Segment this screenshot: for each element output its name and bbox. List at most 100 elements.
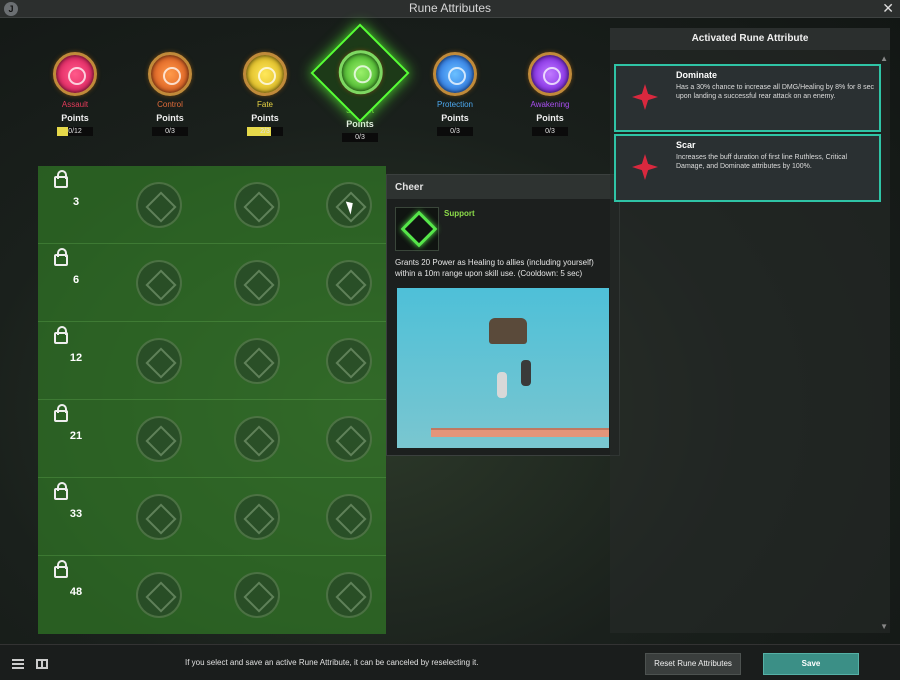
skill-preview-image (397, 288, 609, 448)
dominate-icon (626, 78, 666, 118)
rune-node[interactable] (234, 338, 280, 384)
points-bar: 0/12 (57, 127, 93, 136)
level-requirement: 48 (69, 586, 83, 598)
rune-tooltip: Cheer Support Grants 20 Power as Healing… (386, 174, 620, 456)
points-value: 0/3 (355, 134, 365, 141)
level-requirement: 3 (72, 196, 80, 208)
rune-node[interactable] (234, 494, 280, 540)
cheer-rune-icon (395, 207, 439, 251)
category-name: Protection (436, 100, 474, 109)
category-support[interactable]: Support Points 0/3 (310, 23, 410, 142)
points-bar: 0/3 (532, 127, 568, 136)
points-value: 0/3 (165, 128, 175, 135)
points-bar: 2/3 (247, 127, 283, 136)
level-requirement: 6 (72, 274, 80, 286)
window-title: Rune Attributes (408, 1, 492, 15)
points-bar: 0/3 (437, 127, 473, 136)
points-value: 0/3 (545, 128, 555, 135)
rune-row-level-3: 3 (38, 166, 386, 244)
attribute-name: Scar (676, 140, 696, 150)
rune-node[interactable] (326, 494, 372, 540)
attribute-description: Increases the buff duration of first lin… (676, 154, 848, 170)
close-button[interactable]: ✕ (882, 0, 894, 17)
scroll-up-icon[interactable]: ▲ (880, 54, 888, 63)
rune-node[interactable] (136, 416, 182, 462)
rune-node[interactable] (234, 572, 280, 618)
category-name: Assault (61, 100, 89, 109)
attribute-name: Dominate (676, 70, 718, 80)
list-view-icon[interactable] (12, 659, 24, 669)
rune-node[interactable] (136, 260, 182, 306)
rune-node[interactable] (234, 182, 280, 228)
lock-icon (54, 560, 68, 578)
rune-row-level-6: 6 (38, 244, 386, 322)
points-label: Points (251, 113, 279, 123)
scroll-down-icon[interactable]: ▼ (880, 622, 888, 631)
lock-icon (54, 248, 68, 266)
category-protection[interactable]: Protection Points 0/3 (410, 40, 500, 136)
support-orb-icon (338, 50, 383, 95)
points-bar: 0/3 (342, 133, 378, 142)
reset-rune-attributes-button[interactable]: Reset Rune Attributes (645, 653, 741, 675)
grid-view-icon[interactable] (36, 659, 48, 669)
rune-row-level-33: 33 (38, 478, 386, 556)
rune-node[interactable] (326, 260, 372, 306)
rune-row-level-48: 48 (38, 556, 386, 634)
attribute-card-dominate[interactable]: Dominate Has a 30% chance to increase al… (614, 64, 881, 132)
rune-node[interactable] (136, 572, 182, 618)
attribute-description: Has a 30% chance to increase all DMG/Hea… (676, 84, 875, 100)
awakening-orb-icon (528, 52, 572, 96)
category-control[interactable]: Control Points 0/3 (125, 40, 215, 136)
level-requirement: 21 (69, 430, 83, 442)
title-bar: J Rune Attributes ✕ (0, 0, 900, 18)
control-orb-icon (148, 52, 192, 96)
rune-node[interactable] (326, 572, 372, 618)
rune-node[interactable] (326, 338, 372, 384)
lock-icon (54, 170, 68, 188)
rune-categories: Assault Points 0/12 Control Points 0/3 F… (30, 23, 600, 150)
preview-character (497, 372, 507, 398)
rune-row-level-12: 12 (38, 322, 386, 400)
panel-title: Activated Rune Attribute (610, 28, 890, 50)
level-requirement: 33 (69, 508, 83, 520)
category-name: Fate (256, 100, 273, 109)
preview-ground-bar (431, 428, 609, 437)
category-awakening[interactable]: Awakening Points 0/3 (505, 40, 595, 136)
attribute-card-scar[interactable]: Scar Increases the buff duration of firs… (614, 134, 881, 202)
rune-row-level-21: 21 (38, 400, 386, 478)
preview-character (521, 360, 531, 386)
tooltip-title: Cheer (387, 175, 619, 199)
save-button[interactable]: Save (763, 653, 859, 675)
fate-orb-icon (243, 52, 287, 96)
category-name: Awakening (530, 100, 570, 109)
preview-creature (489, 318, 527, 344)
tooltip-category: Support (444, 209, 475, 218)
category-fate[interactable]: Fate Points 2/3 (220, 40, 310, 136)
rune-node[interactable] (136, 182, 182, 228)
rune-node[interactable] (136, 338, 182, 384)
points-value: 2/3 (260, 128, 270, 135)
assault-orb-icon (53, 52, 97, 96)
rune-node[interactable] (234, 260, 280, 306)
lock-icon (54, 326, 68, 344)
category-name: Control (157, 100, 183, 109)
footer-bar: If you select and save an active Rune At… (0, 644, 900, 680)
points-bar: 0/3 (152, 127, 188, 136)
rune-node[interactable] (326, 416, 372, 462)
rune-node[interactable] (136, 494, 182, 540)
lock-icon (54, 404, 68, 422)
points-value: 0/3 (450, 128, 460, 135)
points-label: Points (61, 113, 89, 123)
points-label: Points (536, 113, 564, 123)
tooltip-description: Grants 20 Power as Healing to allies (in… (395, 258, 594, 278)
category-assault[interactable]: Assault Points 0/12 (30, 40, 120, 136)
rune-node[interactable] (234, 416, 280, 462)
activated-attributes-panel: Activated Rune Attribute ▲ Dominate Has … (610, 28, 890, 633)
lock-icon (54, 482, 68, 500)
points-label: Points (156, 113, 184, 123)
points-value: 0/12 (68, 128, 82, 135)
footer-note: If you select and save an active Rune At… (185, 658, 479, 667)
level-requirement: 12 (69, 352, 83, 364)
scar-icon (626, 148, 666, 188)
rune-grid: 3 6 12 21 33 48 (38, 166, 386, 634)
